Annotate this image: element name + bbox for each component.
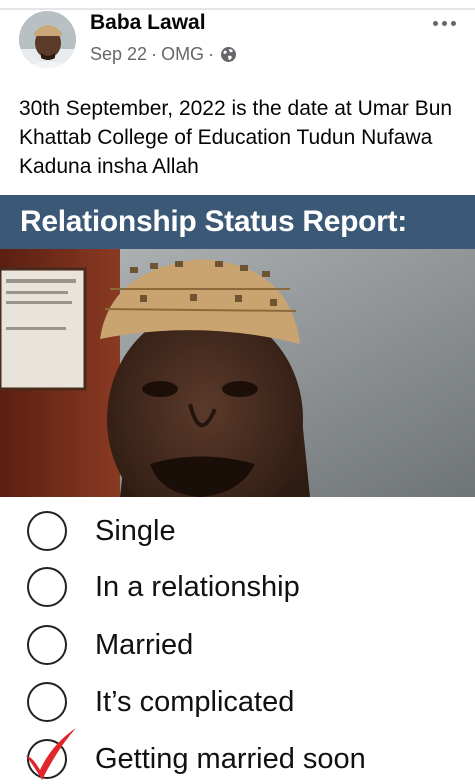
radio-circle[interactable] [27,625,67,665]
meta-separator: · [151,44,158,64]
option-label: Married [95,628,194,661]
post-header: Baba Lawal Sep 22 · OMG · [19,11,459,69]
post-text: 30th September, 2022 is the date at Umar… [19,97,453,178]
option-label: It’s complicated [95,685,295,718]
card-banner-title: Relationship Status Report: [0,195,475,249]
option-label: In a relationship [95,570,300,603]
post-image-card[interactable]: Relationship Status Report: Single In a … [0,195,475,781]
post-group[interactable]: OMG [161,44,204,65]
meta-separator: · [208,44,215,64]
option-label: Getting married soon [95,742,366,775]
author-name[interactable]: Baba Lawal [90,11,206,35]
post-date[interactable]: Sep 22 [90,44,147,65]
status-option-in-a-relationship[interactable]: In a relationship [0,562,475,612]
radio-circle[interactable] [27,567,67,607]
portrait-photo [0,249,475,497]
top-divider [0,8,475,10]
option-label: Single [95,514,176,547]
status-option-its-complicated[interactable]: It’s complicated [0,677,475,727]
radio-circle[interactable] [27,682,67,722]
avatar[interactable] [19,11,76,68]
more-options-icon[interactable] [429,13,459,33]
status-option-married[interactable]: Married [0,620,475,670]
post-meta: Sep 22 · OMG · [90,44,237,65]
status-option-single[interactable]: Single [0,506,475,556]
status-option-getting-married-soon[interactable]: Getting married soon [0,728,475,784]
check-icon [26,728,76,780]
radio-circle[interactable] [27,511,67,551]
globe-icon [220,46,237,63]
